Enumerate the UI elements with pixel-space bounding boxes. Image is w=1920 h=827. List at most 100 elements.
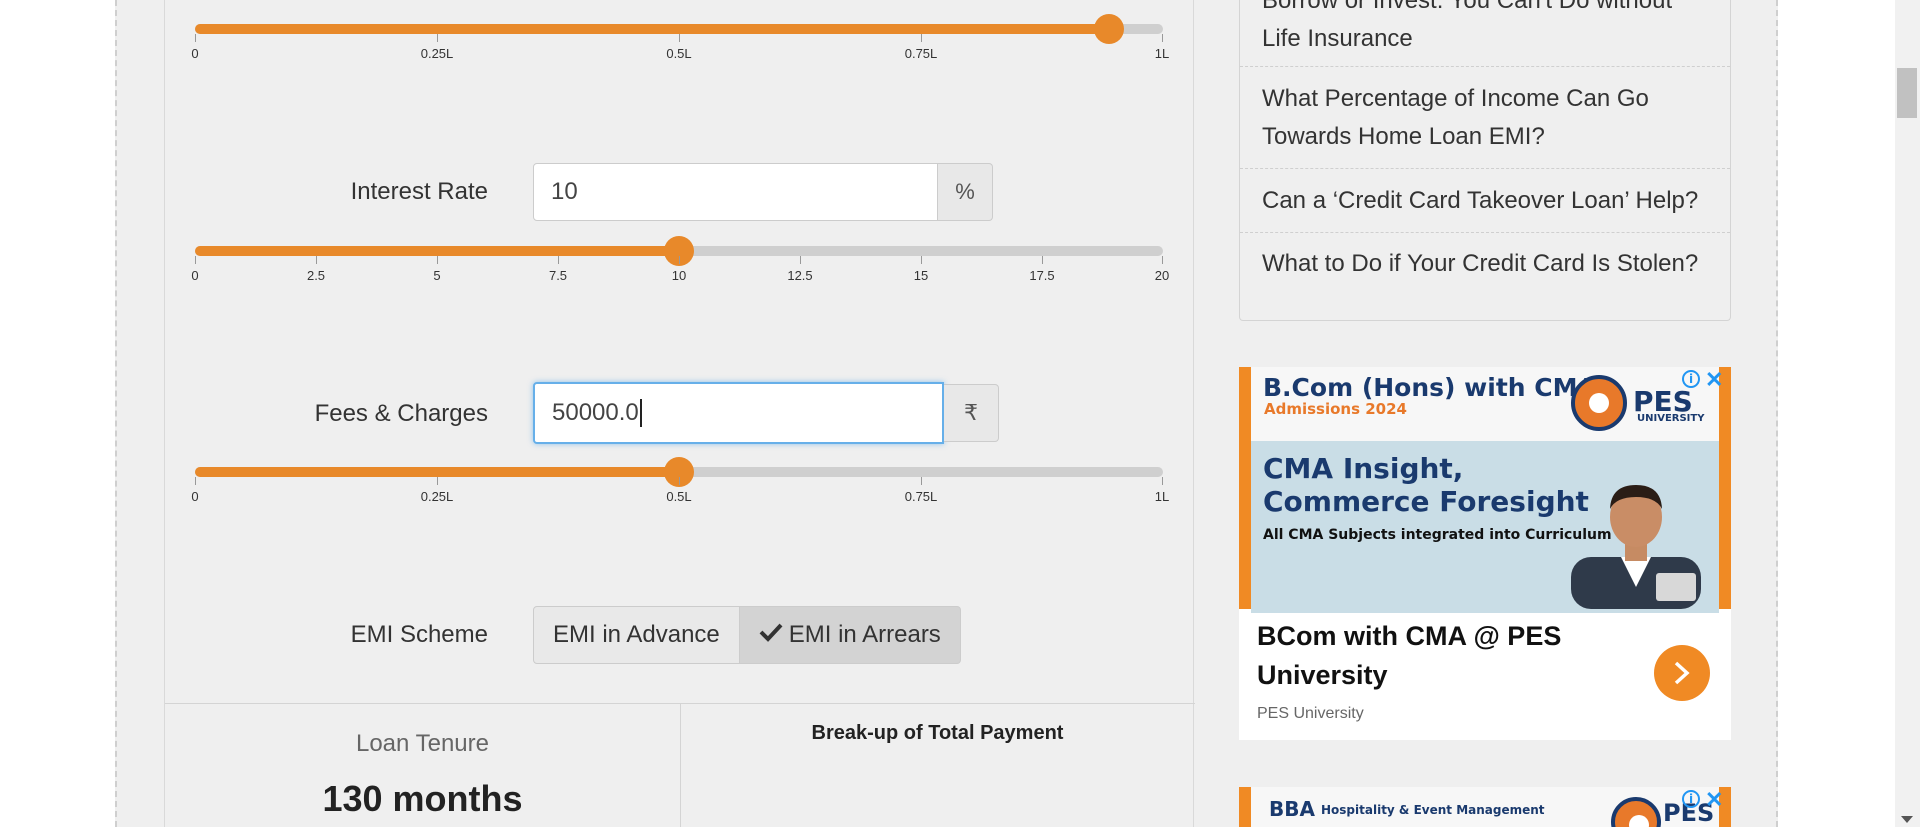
tick-label: 0.25L — [420, 46, 454, 61]
tick-label: 5 — [433, 268, 441, 283]
slider-tick — [679, 34, 680, 42]
ad-small-text: All CMA Subjects integrated into Curricu… — [1263, 527, 1612, 543]
results-section: Loan Tenure 130 months Break-up of Total… — [165, 703, 1195, 827]
tick-label: 0.75L — [904, 46, 938, 61]
article-line: What Percentage of Income Can Go — [1262, 85, 1649, 112]
fees-charges-input-group: 50000.0 ₹ — [533, 382, 999, 444]
pes-logo-icon — [1571, 375, 1627, 431]
ad-close-icon[interactable]: ✕ — [1705, 369, 1723, 391]
fees-charges-input[interactable]: 50000.0 — [533, 382, 944, 444]
interest-rate-input[interactable]: 10 — [533, 163, 938, 221]
article-line: Can a ‘Credit Card Takeover Loan’ Help? — [1262, 187, 1699, 214]
tick-label: 10 — [671, 268, 687, 283]
tick-label: 12.5 — [787, 268, 813, 283]
ad-pes-bcom[interactable]: B.Com (Hons) with CMA Admissions 2024 PE… — [1239, 367, 1731, 740]
interest-rate-slider[interactable]: 0 2.5 5 7.5 10 12.5 15 17.5 20 — [191, 222, 1169, 283]
loan-tenure-label: Loan Tenure — [355, 730, 489, 757]
emi-scheme-label: EMI Scheme — [350, 621, 488, 648]
emi-in-arrears-label: EMI in Arrears — [788, 621, 941, 648]
ad-advertiser: PES University — [1257, 705, 1364, 722]
interest-rate-input-group: 10 % — [533, 163, 993, 221]
scrollbar[interactable] — [1895, 0, 1920, 827]
tick-label: 2.5 — [306, 268, 326, 283]
emi-scheme-toggle: EMI in Advance EMI in Arrears — [533, 606, 961, 664]
loan-amount-slider[interactable]: 0 0.25L 0.5L 0.75L 1L — [191, 0, 1169, 61]
slider-fill — [195, 246, 679, 256]
tick-label: 15 — [913, 268, 929, 283]
article-line: Life Insurance — [1262, 25, 1413, 52]
tick-label: 0.5L — [666, 46, 692, 61]
emi-in-advance-button[interactable]: EMI in Advance — [533, 606, 740, 664]
slider-tick — [316, 256, 317, 264]
ad-info-icon[interactable]: i — [1682, 790, 1700, 808]
percent-addon: % — [938, 163, 993, 221]
tick-label: 1L — [1154, 489, 1170, 504]
slider-tick — [800, 256, 801, 264]
slider-tick — [1042, 256, 1043, 264]
ad-cta-button[interactable] — [1654, 645, 1710, 701]
slider-tick — [1162, 34, 1163, 42]
ad-title-line: BCom with CMA @ PES — [1257, 621, 1562, 651]
slider-tick — [921, 256, 922, 264]
tick-label: 20 — [1154, 268, 1170, 283]
slider-tick — [195, 256, 196, 264]
ad-big-line: CMA Insight, — [1263, 452, 1464, 485]
ad-info-icon[interactable]: i — [1682, 370, 1700, 388]
ad-pes-bba[interactable]: BBA Hospitality & Event Management PES i… — [1239, 787, 1731, 827]
ad-headline: B.Com (Hons) with CMA — [1263, 373, 1597, 402]
person-image — [1571, 485, 1701, 609]
article-line: What to Do if Your Credit Card Is Stolen… — [1262, 250, 1699, 277]
slider-tick — [195, 34, 196, 42]
fees-charges-value: 50000.0 — [552, 399, 639, 426]
tick-label: 0.25L — [420, 489, 454, 504]
article-line: Towards Home Loan EMI? — [1262, 123, 1545, 150]
article-line: Borrow or Invest: You Can't Do without — [1262, 0, 1673, 14]
emi-in-arrears-button[interactable]: EMI in Arrears — [739, 606, 961, 664]
slider-thumb[interactable] — [1094, 14, 1124, 44]
ad-headline: BBA — [1269, 797, 1315, 821]
tick-label: 0.75L — [904, 489, 938, 504]
tick-label: 0.5L — [666, 489, 692, 504]
fees-charges-label: Fees & Charges — [314, 400, 488, 427]
check-icon — [759, 621, 783, 649]
text-cursor — [639, 399, 642, 427]
slider-tick — [921, 34, 922, 42]
scroll-down-arrow-icon[interactable] — [1901, 816, 1913, 823]
slider-tick — [558, 256, 559, 264]
ad-title-line: University — [1257, 660, 1388, 690]
slider-tick — [437, 256, 438, 264]
article-link[interactable]: What Percentage of Income Can Go Towards… — [1262, 80, 1712, 156]
tick-label: 0 — [191, 268, 199, 283]
slider-tick — [1162, 256, 1163, 264]
tick-label: 17.5 — [1029, 268, 1055, 283]
chevron-right-icon — [1674, 661, 1690, 685]
tick-label: 0 — [191, 489, 199, 504]
slider-tick — [437, 477, 438, 485]
ad-headline-small: Hospitality & Event Management — [1321, 803, 1545, 817]
article-link[interactable]: Can a ‘Credit Card Takeover Loan’ Help? — [1262, 182, 1712, 220]
related-articles-box: Borrow or Invest: You Can't Do without L… — [1239, 0, 1731, 321]
pes-logo-subtext: UNIVERSITY — [1637, 413, 1705, 424]
rupee-addon: ₹ — [944, 384, 999, 442]
slider-tick — [1162, 477, 1163, 485]
tick-label: 1L — [1154, 46, 1170, 61]
tick-label: 7.5 — [548, 268, 568, 283]
article-divider — [1240, 232, 1730, 233]
article-divider — [1240, 168, 1730, 169]
emi-calculator-panel: 0 0.25L 0.5L 0.75L 1L Interest Rate 10 %… — [164, 0, 1195, 827]
slider-tick — [195, 477, 196, 485]
tick-label: 0 — [191, 46, 199, 61]
breakup-title: Break-up of Total Payment — [811, 722, 1064, 744]
ad-big-line: Commerce Foresight — [1263, 485, 1589, 518]
loan-tenure-value: 130 months — [322, 778, 523, 819]
article-link[interactable]: What to Do if Your Credit Card Is Stolen… — [1262, 245, 1712, 283]
slider-tick — [921, 477, 922, 485]
article-link[interactable]: Borrow or Invest: You Can't Do without L… — [1262, 0, 1712, 58]
scrollbar-thumb[interactable] — [1897, 68, 1917, 118]
article-divider — [1240, 66, 1730, 67]
ad-subline: Admissions 2024 — [1264, 400, 1407, 418]
interest-rate-label: Interest Rate — [350, 178, 488, 205]
slider-tick — [437, 34, 438, 42]
ad-close-icon[interactable]: ✕ — [1705, 789, 1723, 811]
fees-charges-slider[interactable]: 0 0.25L 0.5L 0.75L 1L — [191, 443, 1169, 504]
